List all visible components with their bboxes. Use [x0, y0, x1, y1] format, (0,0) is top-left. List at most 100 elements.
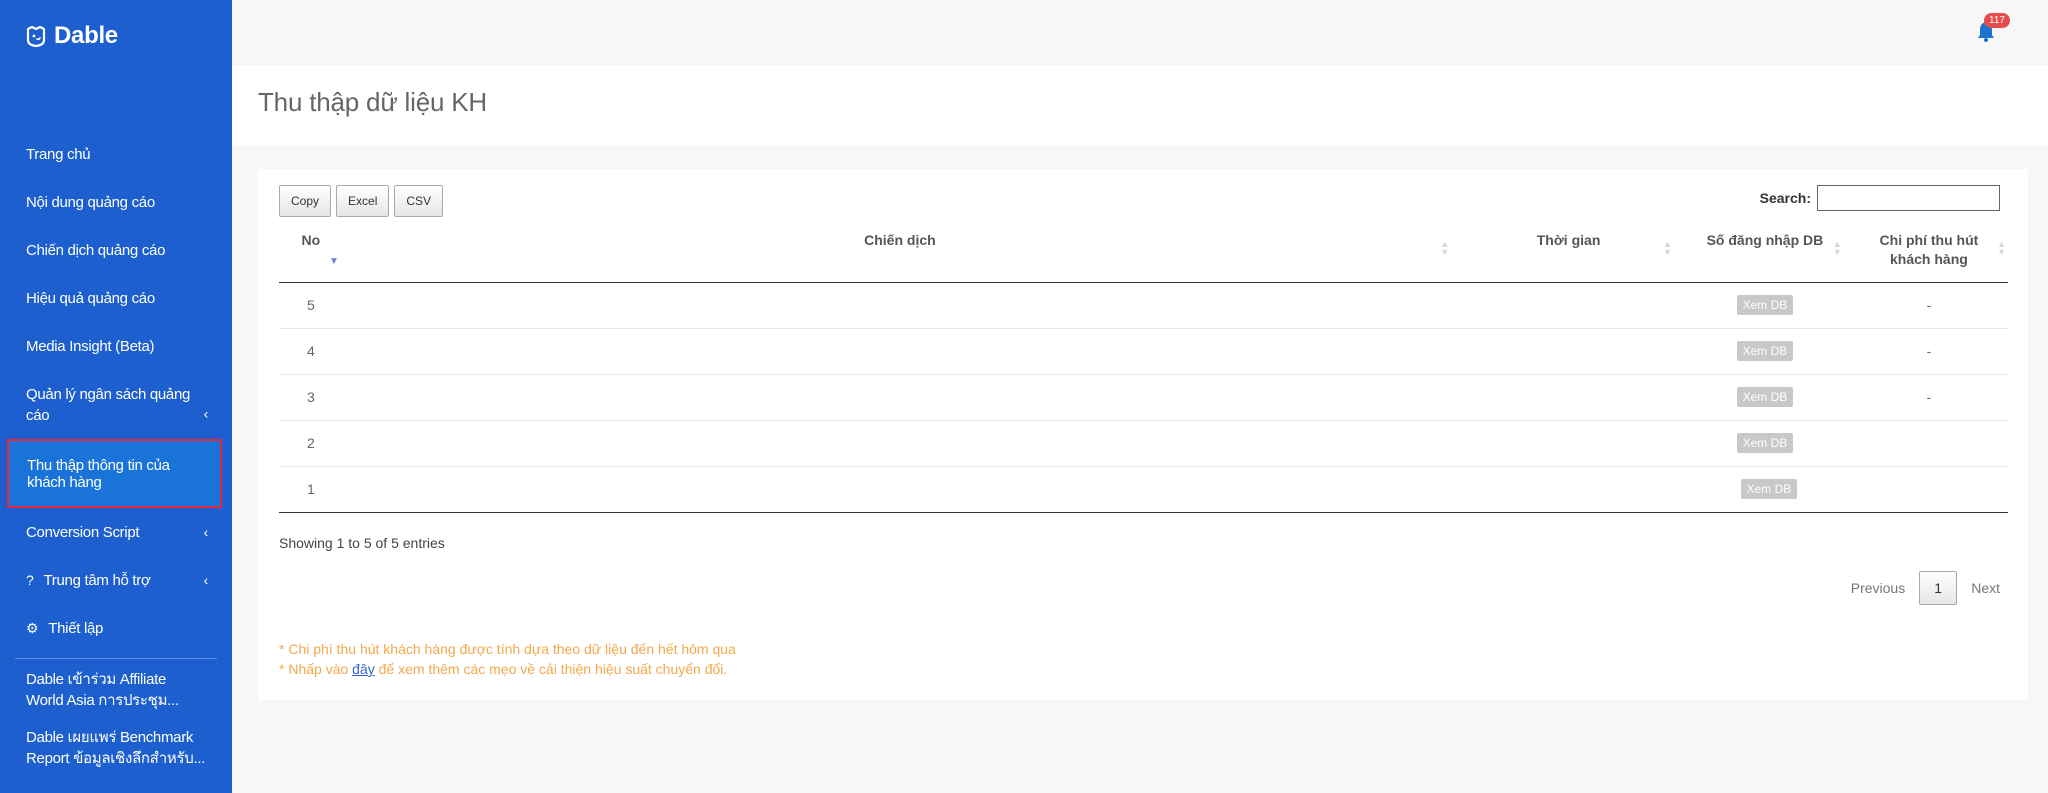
cell-cost: - [1849, 328, 2008, 375]
sidebar: Dable Trang chủ Nội dung quảng cáo Chiến… [0, 0, 232, 793]
sidebar-item-conversion-script[interactable]: Conversion Script ‹ [0, 508, 232, 556]
cell-cost: - [1849, 374, 2008, 421]
view-db-button[interactable]: Xem DB [1736, 341, 1794, 361]
dable-logo-icon [26, 25, 46, 48]
cell-no: 2 [279, 420, 343, 467]
cell-campaign [342, 328, 1458, 375]
footnote-cost: * Chi phí thu hút khách hàng được tính d… [279, 641, 736, 657]
column-header-time[interactable]: Thời gian ▲ ▼ [1457, 222, 1681, 283]
sidebar-item-ad-content[interactable]: Nội dung quảng cáo [0, 178, 232, 226]
content-card: Copy Excel CSV Search: No ▼ Chiến dịch ▲… [258, 169, 2028, 700]
logo[interactable]: Dable [24, 22, 118, 50]
table-row: 3 Xem DB - [279, 374, 2008, 421]
header-label: Số đăng nhập DB [1706, 232, 1824, 248]
sidebar-item-label: Hiệu quả quảng cáo [26, 289, 155, 307]
column-header-campaign[interactable]: Chiến dịch ▲ ▼ [342, 222, 1458, 283]
cell-campaign [342, 466, 1458, 513]
sidebar-news-item[interactable]: Dable เข้าร่วม Affiliate World Asia การป… [0, 669, 232, 727]
page-button-current[interactable]: 1 [1919, 571, 1958, 605]
cell-no: 1 [279, 466, 343, 513]
sidebar-item-settings[interactable]: ⚙ Thiết lập [0, 604, 232, 652]
chevron-left-icon: ‹ [203, 524, 209, 540]
chevron-left-icon: ‹ [203, 405, 209, 422]
next-button[interactable]: Next [1971, 580, 2000, 596]
cell-no: 4 [279, 328, 343, 375]
view-db-button[interactable]: Xem DB [1740, 479, 1798, 499]
sort-icon: ▲ ▼ [1997, 239, 2006, 257]
sidebar-item-label: Trang chủ [26, 145, 91, 163]
chevron-left-icon: ‹ [203, 572, 209, 588]
search-box: Search: [1760, 185, 2000, 211]
cell-db: Xem DB [1680, 466, 1850, 513]
footnote-text: * Nhấp vào [279, 661, 353, 677]
column-header-no[interactable]: No ▼ [279, 222, 343, 283]
table-row: 5 Xem DB - [279, 282, 2008, 329]
title-panel: Thu thập dữ liệu KH [232, 65, 2048, 146]
view-db-button[interactable]: Xem DB [1736, 433, 1794, 453]
header-label: Chi phí thu hút khách hàng [1879, 232, 1979, 267]
cell-time [1457, 328, 1681, 375]
data-table: No ▼ Chiến dịch ▲ ▼ Thời gian ▲ ▼ Số đăng … [279, 222, 2008, 513]
cell-db: Xem DB [1680, 328, 1850, 375]
gear-icon: ⚙ [26, 619, 39, 636]
top-bar: 117 [232, 0, 2048, 65]
cell-db: Xem DB [1680, 374, 1850, 421]
table-row: 1 Xem DB [279, 466, 2008, 513]
column-header-db-count[interactable]: Số đăng nhập DB ▲ ▼ [1680, 222, 1850, 283]
cell-campaign [342, 282, 1458, 329]
cell-campaign [342, 420, 1458, 467]
sidebar-item-campaigns[interactable]: Chiến dịch quảng cáo [0, 226, 232, 274]
question-icon: ? [26, 572, 34, 588]
cell-time [1457, 420, 1681, 467]
notification-badge: 117 [1984, 13, 2010, 28]
sidebar-news-item[interactable]: Dable เผยแพร่ Benchmark Report ข้อมูลเชิ… [0, 727, 232, 785]
tips-link[interactable]: đây [352, 661, 375, 677]
sidebar-item-label: Trung tâm hỗ trợ [43, 571, 151, 589]
footnotes: * Chi phí thu hút khách hàng được tính d… [279, 639, 736, 679]
sort-icon: ▲ ▼ [1663, 239, 1673, 257]
sidebar-item-budget[interactable]: Quản lý ngân sách quảng cáo ‹ [0, 370, 232, 439]
sidebar-item-label: Media Insight (Beta) [26, 337, 155, 355]
cell-no: 5 [279, 282, 343, 329]
sidebar-item-label: Nội dung quảng cáo [26, 193, 155, 211]
view-db-button[interactable]: Xem DB [1736, 387, 1794, 407]
column-header-cost[interactable]: Chi phí thu hút khách hàng ▲ ▼ [1849, 222, 2008, 283]
sidebar-item-customer-data[interactable]: Thu thập thông tin của khách hàng [7, 439, 222, 508]
page-title: Thu thập dữ liệu KH [258, 87, 487, 117]
export-buttons: Copy Excel CSV [279, 185, 444, 217]
sort-desc-icon: ▼ [329, 256, 339, 267]
view-db-button[interactable]: Xem DB [1736, 295, 1794, 315]
search-label: Search: [1759, 190, 1811, 206]
previous-button[interactable]: Previous [1851, 580, 1905, 596]
sidebar-item-media-insight[interactable]: Media Insight (Beta) [0, 322, 232, 370]
excel-button[interactable]: Excel [336, 185, 390, 217]
cell-cost: - [1849, 282, 2008, 329]
cell-time [1457, 466, 1681, 513]
search-input[interactable] [1817, 185, 2000, 211]
cell-cost [1849, 420, 2008, 467]
sidebar-item-ad-performance[interactable]: Hiệu quả quảng cáo [0, 274, 232, 322]
csv-button[interactable]: CSV [394, 185, 444, 217]
header-label: Chiến dịch [864, 232, 936, 248]
sort-icon: ▲ ▼ [1440, 239, 1450, 257]
cell-cost [1849, 466, 2008, 513]
table-row: 2 Xem DB [279, 420, 2008, 467]
header-label: No [301, 232, 321, 248]
pagination: Previous 1 Next [1851, 571, 2000, 605]
sidebar-divider [15, 658, 217, 659]
news-link-label: Dable เข้าร่วม Affiliate World Asia การป… [26, 671, 179, 709]
sidebar-item-label: Thu thập thông tin của khách hàng [27, 456, 170, 491]
cell-db: Xem DB [1680, 282, 1850, 329]
sort-icon: ▲ ▼ [1832, 239, 1842, 257]
sidebar-item-label: Quản lý ngân sách quảng cáo [26, 385, 191, 424]
sidebar-item-label: Conversion Script [26, 523, 140, 541]
header-label: Thời gian [1536, 232, 1601, 248]
cell-time [1457, 282, 1681, 329]
sidebar-item-home[interactable]: Trang chủ [0, 130, 232, 178]
sidebar-item-support[interactable]: ? Trung tâm hỗ trợ ‹ [0, 556, 232, 604]
cell-campaign [342, 374, 1458, 421]
sidebar-item-label: Chiến dịch quảng cáo [26, 241, 166, 259]
copy-button[interactable]: Copy [279, 185, 332, 217]
cell-time [1457, 374, 1681, 421]
table-row: 4 Xem DB - [279, 328, 2008, 375]
